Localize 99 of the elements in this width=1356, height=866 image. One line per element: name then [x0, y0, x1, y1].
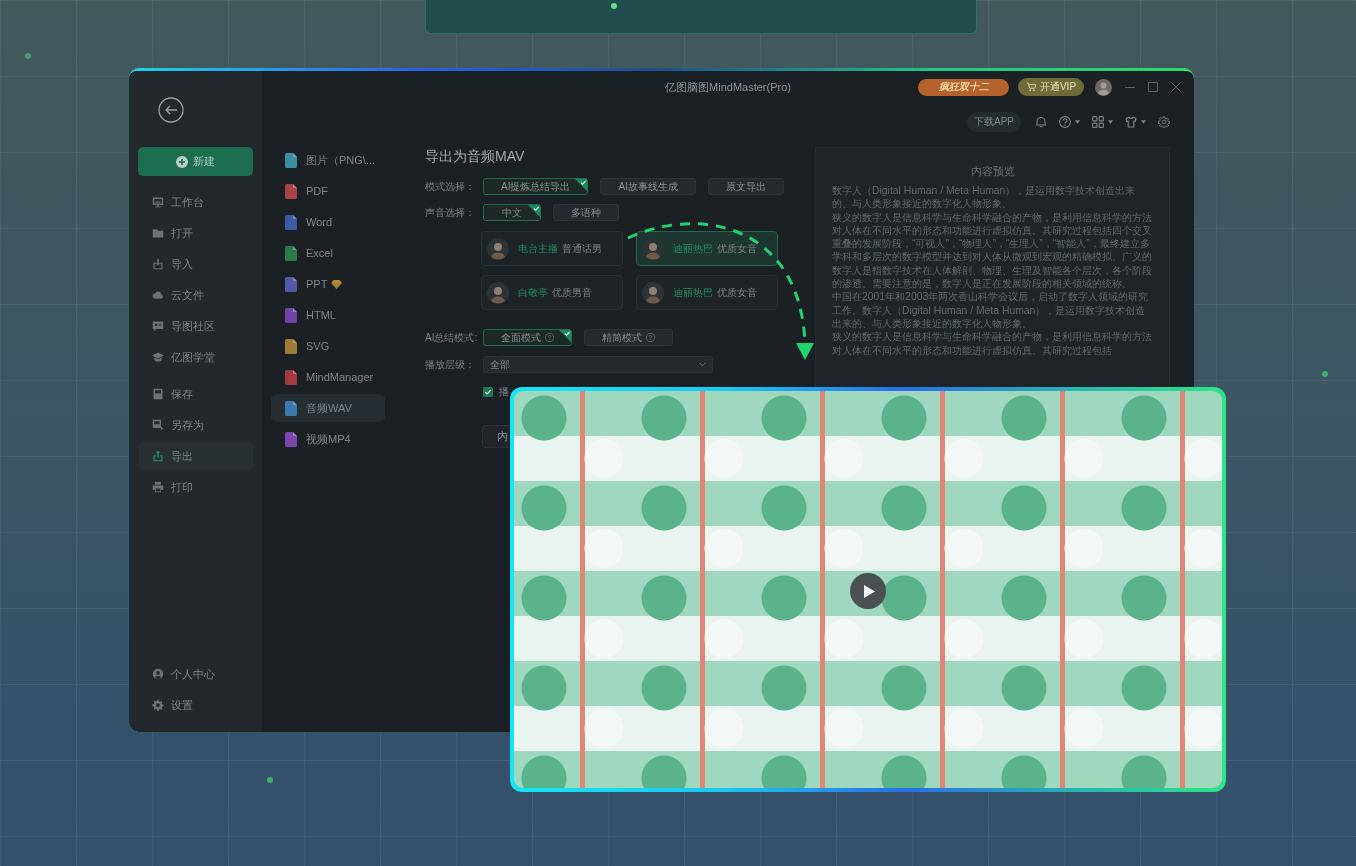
- help-icon: [646, 333, 655, 342]
- vip-button[interactable]: 开通VIP: [1018, 78, 1084, 96]
- format-item[interactable]: 图片（PNG\...: [271, 146, 385, 174]
- sidebar-item[interactable]: 云文件: [139, 281, 253, 309]
- close-icon[interactable]: [1171, 82, 1181, 92]
- voice-card[interactable]: 迪丽热巴 优质女音: [636, 275, 778, 310]
- sidebar-item[interactable]: 导图社区: [139, 312, 253, 340]
- voice-quality: 普通话男: [562, 241, 602, 256]
- caret-icon: [1108, 119, 1113, 124]
- caret-icon: [1141, 119, 1146, 124]
- preview-title: 内容预览: [969, 164, 1016, 178]
- avatar-icon: [487, 281, 509, 304]
- voice-name: 迪丽热巴: [673, 285, 713, 300]
- help-icon: [545, 333, 554, 342]
- option-button[interactable]: 多语种: [553, 204, 619, 221]
- field-label: 播放层级：: [425, 357, 476, 372]
- field-label: 声音选择：: [425, 205, 476, 220]
- chat-icon: [152, 320, 164, 332]
- option-button[interactable]: 中文: [483, 204, 541, 221]
- promo-button[interactable]: 疯狂双十二: [918, 78, 1009, 96]
- option-button[interactable]: 原文导出: [707, 178, 784, 195]
- cart-icon: [1025, 82, 1037, 92]
- sidebar-item[interactable]: 亿图学堂: [139, 343, 253, 371]
- format-item[interactable]: PDF: [271, 177, 385, 205]
- new-button[interactable]: 新建: [138, 147, 253, 176]
- voice-quality: 优质男音: [552, 285, 592, 300]
- folder-icon: [152, 227, 164, 239]
- sidebar-item[interactable]: 导入: [139, 250, 253, 278]
- graduation-cap-icon: [152, 351, 164, 363]
- dot-icon: [25, 53, 31, 59]
- sidebar-item[interactable]: 打开: [139, 219, 253, 247]
- sidebar-item[interactable]: 导出: [139, 442, 253, 470]
- check-corner-icon: [528, 205, 540, 217]
- printer-icon: [152, 481, 164, 493]
- voice-card[interactable]: 电台主播 普通话男: [481, 231, 623, 266]
- voice-card[interactable]: 白敬亭 优质男音: [481, 275, 623, 310]
- voice-name: 白敬亭: [518, 285, 548, 300]
- sidebar-item[interactable]: 打印: [139, 473, 253, 501]
- field-label: 模式选择：: [425, 179, 476, 194]
- plus-icon: [176, 155, 188, 168]
- format-item[interactable]: 音频WAV: [271, 394, 385, 422]
- sidebar-item[interactable]: 保存: [139, 380, 253, 408]
- shirt-icon: [1125, 115, 1137, 128]
- voice-name: 电台主播: [518, 241, 558, 256]
- apps-menu-button[interactable]: [1092, 115, 1113, 128]
- option-button[interactable]: 精简模式: [584, 329, 673, 346]
- import-icon: [152, 258, 164, 270]
- format-item[interactable]: SVG: [271, 332, 385, 360]
- cloud-icon: [152, 289, 164, 301]
- voice-quality: 优质女音: [717, 285, 757, 300]
- sidebar-item[interactable]: 工作台: [139, 188, 253, 216]
- format-item[interactable]: 视频MP4: [271, 425, 385, 453]
- settings-icon[interactable]: [1158, 115, 1170, 128]
- save-as-icon: [152, 419, 164, 431]
- avatar-icon: [642, 281, 664, 304]
- format-item[interactable]: HTML: [271, 301, 385, 329]
- option-button[interactable]: AI故事线生成: [600, 178, 696, 195]
- dropdown[interactable]: 全部: [483, 356, 713, 373]
- dot-icon: [267, 777, 273, 783]
- theme-menu-button[interactable]: [1125, 115, 1146, 128]
- sidebar-item[interactable]: 设置: [139, 691, 253, 719]
- download-app-button[interactable]: 下载APP: [967, 111, 1021, 132]
- help-icon: [1059, 115, 1071, 128]
- caret-icon: [1075, 119, 1080, 124]
- help-menu-button[interactable]: [1059, 115, 1080, 128]
- action-button[interactable]: 内: [482, 425, 509, 448]
- format-item[interactable]: Word: [271, 208, 385, 236]
- check-corner-icon: [559, 330, 571, 342]
- grid-icon: [1092, 115, 1104, 128]
- play-icon: [864, 584, 875, 598]
- checkbox-label: 播: [499, 385, 509, 399]
- dot-icon: [611, 3, 617, 9]
- format-item[interactable]: MindManager: [271, 363, 385, 391]
- option-button[interactable]: 全面模式: [483, 329, 572, 346]
- form-title: 导出为音频MAV: [425, 147, 526, 165]
- window-title: 亿图脑图MindMaster(Pro): [665, 79, 791, 95]
- user-icon: [152, 668, 164, 680]
- voice-quality: 优质女音: [717, 241, 757, 256]
- avatar-icon: [487, 237, 509, 260]
- sidebar-item[interactable]: 另存为: [139, 411, 253, 439]
- avatar-icon: [642, 237, 664, 260]
- back-icon[interactable]: [158, 97, 184, 123]
- maximize-icon[interactable]: [1148, 82, 1158, 92]
- sidebar-item[interactable]: 个人中心: [139, 660, 253, 688]
- settings-icon: [152, 699, 164, 711]
- format-item[interactable]: PPT: [271, 270, 385, 298]
- field-label: AI总结模式:: [425, 330, 479, 345]
- bell-icon[interactable]: [1035, 115, 1047, 128]
- check-corner-icon: [575, 179, 588, 191]
- monitor-icon: [152, 196, 164, 208]
- voice-card[interactable]: 迪丽热巴 优质女音: [636, 231, 778, 266]
- dot-icon: [1322, 371, 1328, 377]
- avatar-icon[interactable]: [1095, 78, 1112, 96]
- upload-icon: [152, 450, 164, 462]
- checkbox[interactable]: [483, 387, 493, 397]
- chevron-down-icon: [699, 362, 706, 367]
- option-button[interactable]: AI提炼总结导出: [483, 178, 589, 195]
- format-item[interactable]: Excel: [271, 239, 385, 267]
- voice-name: 迪丽热巴: [673, 241, 713, 256]
